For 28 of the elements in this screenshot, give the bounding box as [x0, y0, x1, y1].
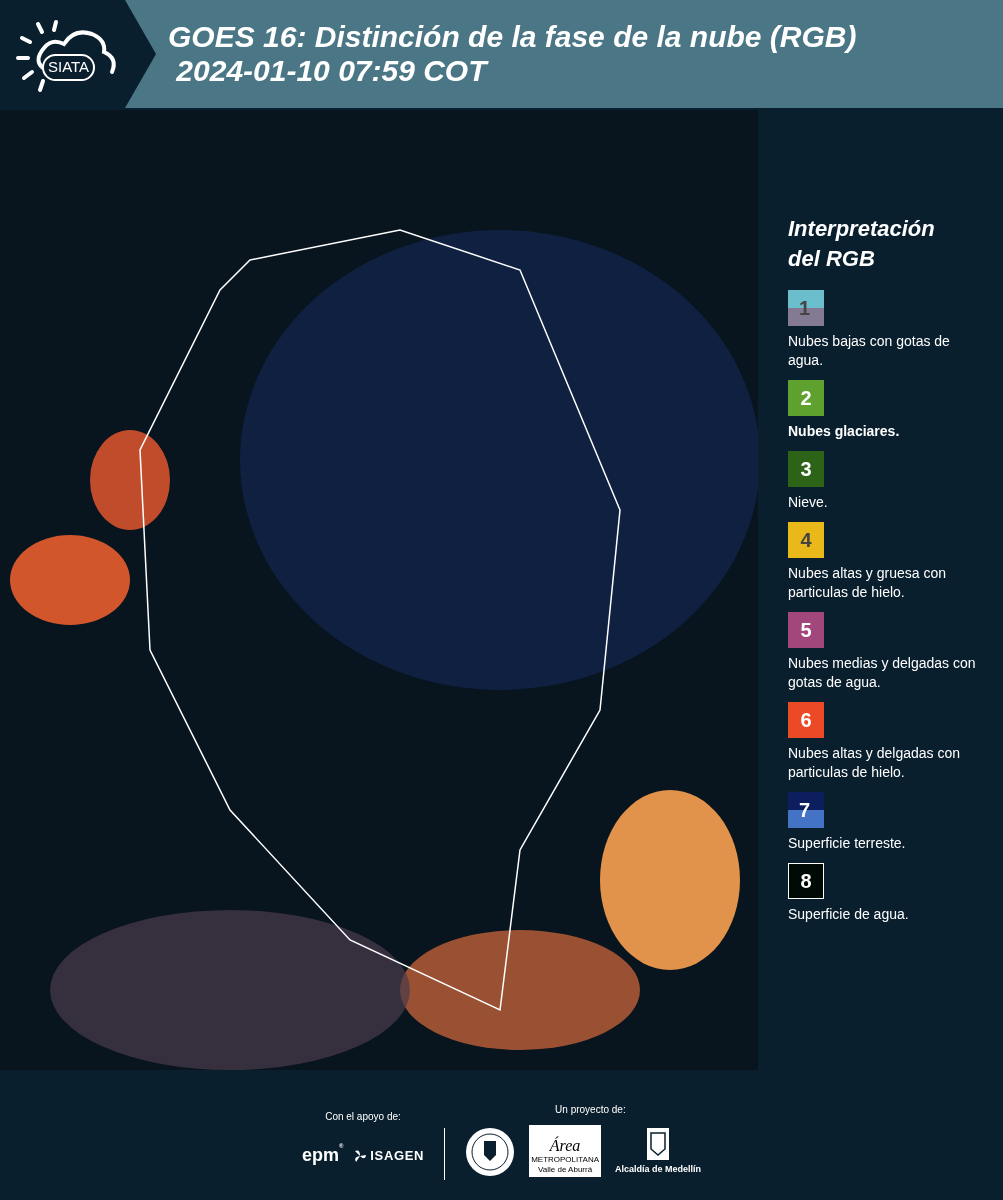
legend-number: 6	[800, 708, 812, 733]
legend-label: Nubes bajas con gotas de agua.	[788, 332, 951, 370]
legend-label: Nubes glaciares.	[788, 422, 901, 441]
isagen-logo: ISAGEN	[370, 1146, 425, 1165]
legend-label: Nubes altas y gruesa con particulas de hielo.	[788, 564, 947, 602]
legend-number: 4	[800, 528, 812, 553]
logo-text: SIATA	[42, 54, 96, 81]
title-text: GOES 16: Distinción de la fase de la nube (RGB)	[168, 20, 857, 54]
legend-label: Nubes medias y delgadas con gotas de agua.	[788, 654, 977, 692]
legend-label: Nieve.	[788, 493, 829, 512]
legend-number: 8	[800, 869, 812, 894]
legend-title: Interpretación	[788, 215, 936, 243]
seal-icon	[465, 1126, 516, 1177]
legend-number: 7	[799, 798, 811, 822]
pinwheel-icon	[353, 1148, 368, 1163]
legend-label: Superficie terreste.	[788, 834, 907, 853]
legend-number: 5	[800, 618, 812, 643]
alcaldia-text: Alcaldía de Medellín	[615, 1163, 702, 1176]
datetime-text: 2024-01-10 07:59 COT	[175, 54, 490, 88]
project-label: Un proyecto de:	[555, 1102, 627, 1117]
area-logo: Área METROPOLITANA Valle de Aburrá	[529, 1124, 602, 1177]
legend-number: 3	[800, 457, 812, 482]
legend-title: del RGB	[788, 245, 876, 273]
legend-label: Nubes altas y delgadas con particulas de hielo.	[788, 744, 961, 782]
support-label: Con el apoyo de:	[325, 1110, 401, 1124]
legend-label: Superficie de agua.	[788, 905, 910, 924]
coat-of-arms-icon	[646, 1127, 671, 1161]
legend-number: 2	[800, 386, 812, 411]
